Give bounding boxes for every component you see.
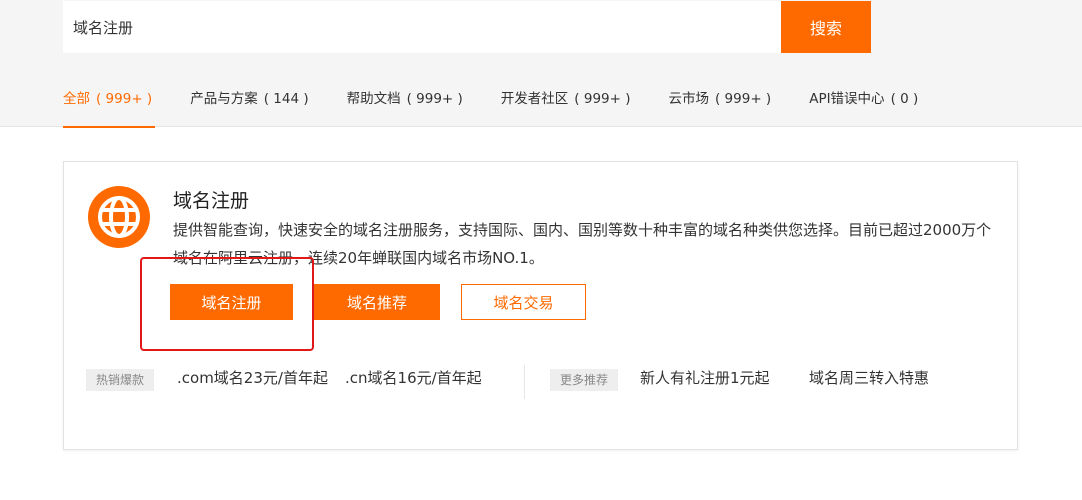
card-description: 提供智能查询，快速安全的域名注册服务，支持国际、国内、国别等数十种丰富的域名种类… (173, 221, 992, 267)
wednesday-transfer-link[interactable]: 域名周三转入特惠 (809, 367, 929, 388)
tab-label: 开发者社区 (500, 91, 569, 107)
globe-icon (88, 186, 150, 248)
tab-label: 帮助文档 (346, 91, 401, 107)
tab-api-errors[interactable]: API错误中心 ( 0 ) (809, 72, 918, 127)
newcomer-gift-link[interactable]: 新人有礼注册1元起 (640, 367, 770, 388)
tab-count: ( 999+ ) (574, 91, 631, 107)
search-header: 搜索 全部 ( 999+ ) 产品与方案 ( 144 ) 帮助文档 ( 999+ ) … (0, 0, 1082, 128)
tab-all[interactable]: 全部 ( 999+ ) (63, 72, 156, 128)
more-recommend-tag: 更多推荐 (550, 369, 619, 391)
tab-count: ( 0 ) (890, 91, 919, 107)
domain-register-button[interactable]: 域名注册 (170, 284, 293, 320)
cn-domain-link[interactable]: .cn域名16元/首年起 (345, 367, 482, 388)
tab-count: ( 144 ) (263, 91, 309, 107)
tab-count: ( 999+ ) (715, 91, 772, 107)
search-input[interactable] (63, 1, 781, 53)
tab-label: 云市场 (668, 91, 710, 107)
tab-docs[interactable]: 帮助文档 ( 999+ ) (347, 72, 463, 127)
tab-community[interactable]: 开发者社区 ( 999+ ) (501, 72, 631, 127)
tab-count: ( 999+ ) (96, 91, 153, 107)
com-domain-link[interactable]: .com域名23元/首年起 (177, 367, 328, 388)
tab-products[interactable]: 产品与方案 ( 144 ) (190, 72, 308, 127)
card-title[interactable]: 域名注册 (173, 186, 249, 213)
tab-count: ( 999+ ) (406, 91, 463, 107)
domain-recommend-button[interactable]: 域名推荐 (314, 284, 440, 320)
search-button[interactable]: 搜索 (781, 1, 871, 53)
tab-label: API错误中心 (809, 91, 885, 107)
tab-label: 产品与方案 (190, 91, 258, 107)
tab-market[interactable]: 云市场 ( 999+ ) (669, 72, 772, 127)
hot-sale-tag: 热销爆款 (86, 369, 155, 391)
domain-trade-button[interactable]: 域名交易 (461, 284, 586, 320)
result-card-domain-registration: 域名注册 提供智能查询，快速安全的域名注册服务，支持国际、国内、国别等数十种丰富… (63, 161, 1018, 450)
tab-label: 全部 (63, 91, 90, 107)
divider (524, 365, 525, 399)
result-tabs: 全部 ( 999+ ) 产品与方案 ( 144 ) 帮助文档 ( 999+ ) 开发者… (63, 72, 956, 128)
